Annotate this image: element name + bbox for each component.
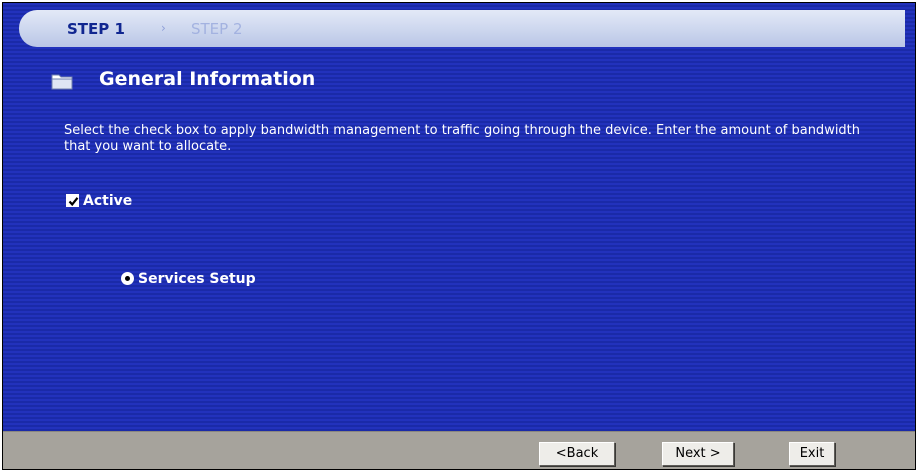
next-button[interactable]: Next > xyxy=(662,442,734,466)
step-separator-icon: › xyxy=(161,21,166,35)
wizard-step-bar: STEP 1 › STEP 2 xyxy=(19,10,905,47)
exit-button[interactable]: Exit xyxy=(789,442,835,466)
services-setup-label: Services Setup xyxy=(138,271,256,287)
active-checkbox[interactable] xyxy=(66,194,79,207)
active-label: Active xyxy=(83,193,133,209)
folder-icon xyxy=(51,72,73,90)
section-description: Select the check box to apply bandwidth … xyxy=(64,123,861,154)
step-1-label: STEP 1 xyxy=(67,20,125,38)
wizard-window: STEP 1 › STEP 2 General Information Sele… xyxy=(2,2,916,470)
page-title: General Information xyxy=(99,68,316,90)
step-2-label: STEP 2 xyxy=(191,20,243,38)
services-setup-radio[interactable] xyxy=(121,272,134,285)
back-button[interactable]: <Back xyxy=(539,442,615,466)
button-bar: <Back Next > Exit xyxy=(3,431,915,469)
